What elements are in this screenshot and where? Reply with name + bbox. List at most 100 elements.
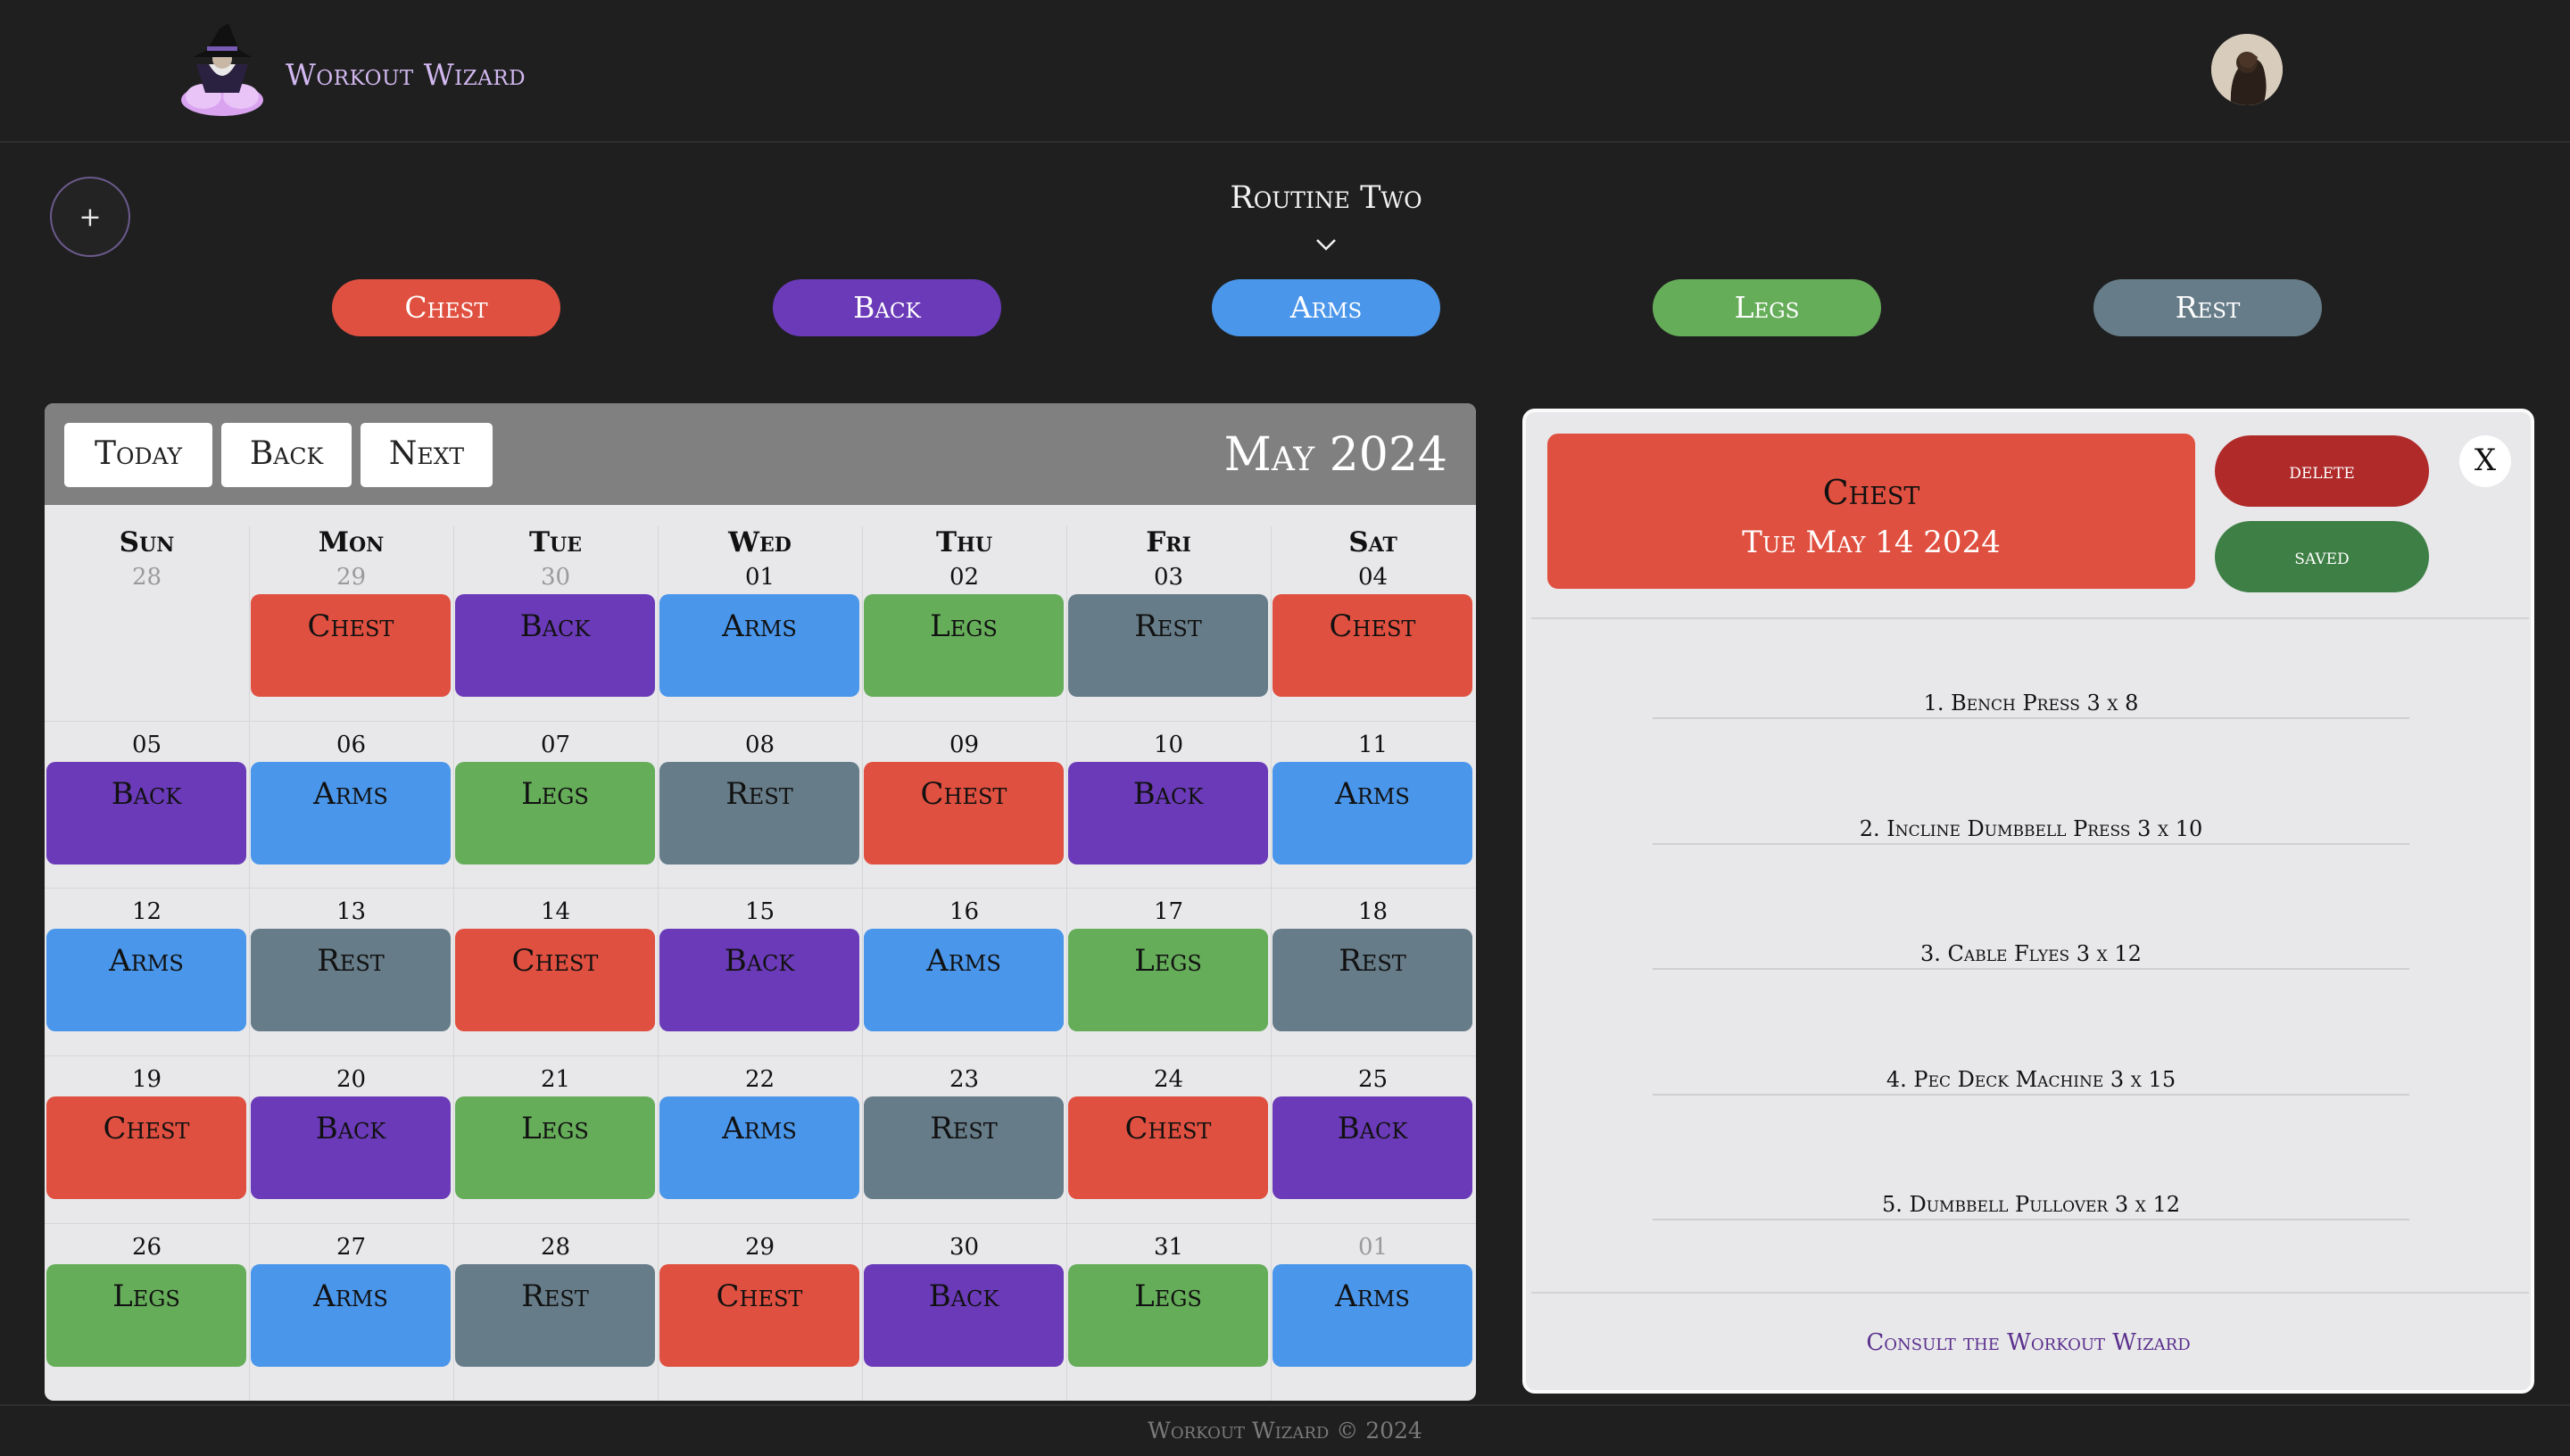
grid-line (453, 526, 454, 1401)
workout-event-rest[interactable]: Rest (864, 1096, 1064, 1199)
workout-event-back[interactable]: Back (1273, 1096, 1472, 1199)
workout-event-chest[interactable]: Chest (1273, 594, 1472, 697)
workout-pill-chest[interactable]: Chest (332, 279, 560, 336)
workout-event-arms[interactable]: Arms (1273, 1264, 1472, 1367)
workout-event-rest[interactable]: Rest (659, 762, 859, 864)
exercise-item: 1. Bench Press 3 x 8 (1653, 691, 2409, 719)
grid-line (45, 888, 1476, 889)
grid-line (1271, 526, 1272, 1401)
workout-event-rest[interactable]: Rest (455, 1264, 655, 1367)
day-number[interactable]: 17 (1066, 898, 1271, 925)
weekday-header: Fri (1146, 526, 1191, 558)
day-number[interactable]: 16 (862, 898, 1066, 925)
delete-button[interactable]: delete (2215, 435, 2429, 507)
exercise-item: 2. Incline Dumbbell Press 3 x 10 (1653, 816, 2409, 845)
day-number[interactable]: 02 (862, 564, 1066, 591)
workout-event-chest[interactable]: Chest (455, 929, 655, 1031)
workout-event-arms[interactable]: Arms (251, 762, 451, 864)
day-number[interactable]: 21 (453, 1066, 658, 1093)
day-number[interactable]: 28 (453, 1234, 658, 1261)
day-number[interactable]: 19 (45, 1066, 249, 1093)
day-number[interactable]: 04 (1271, 564, 1475, 591)
workout-event-chest[interactable]: Chest (659, 1264, 859, 1367)
day-number[interactable]: 29 (249, 564, 453, 591)
workout-event-back[interactable]: Back (1068, 762, 1268, 864)
day-number[interactable]: 09 (862, 732, 1066, 758)
workout-pill-arms[interactable]: Arms (1212, 279, 1440, 336)
day-number[interactable]: 24 (1066, 1066, 1271, 1093)
day-number[interactable]: 13 (249, 898, 453, 925)
workout-event-chest[interactable]: Chest (46, 1096, 246, 1199)
day-number[interactable]: 15 (658, 898, 862, 925)
close-button[interactable]: X (2459, 435, 2511, 487)
back-button[interactable]: Back (221, 423, 352, 487)
workout-event-legs[interactable]: Legs (864, 594, 1064, 697)
next-button[interactable]: Next (361, 423, 493, 487)
day-number[interactable]: 29 (658, 1234, 862, 1261)
workout-event-rest[interactable]: Rest (1273, 929, 1472, 1031)
workout-event-back[interactable]: Back (659, 929, 859, 1031)
workout-event-arms[interactable]: Arms (251, 1264, 451, 1367)
day-number[interactable]: 25 (1271, 1066, 1475, 1093)
day-number[interactable]: 20 (249, 1066, 453, 1093)
workout-event-arms[interactable]: Arms (864, 929, 1064, 1031)
workout-event-arms[interactable]: Arms (659, 1096, 859, 1199)
grid-line (45, 1055, 1476, 1056)
saved-button[interactable]: saved (2215, 521, 2429, 592)
workout-event-chest[interactable]: Chest (1068, 1096, 1268, 1199)
day-number[interactable]: 30 (862, 1234, 1066, 1261)
grid-line (862, 526, 863, 1401)
workout-event-legs[interactable]: Legs (46, 1264, 246, 1367)
workout-pill-legs[interactable]: Legs (1653, 279, 1881, 336)
day-number[interactable]: 01 (1271, 1234, 1475, 1261)
grid-line (658, 526, 659, 1401)
workout-event-chest[interactable]: Chest (251, 594, 451, 697)
day-number[interactable]: 06 (249, 732, 453, 758)
routine-selector[interactable]: Routine Two (1148, 180, 1505, 216)
grid-line (45, 1223, 1476, 1224)
workout-event-rest[interactable]: Rest (1068, 594, 1268, 697)
workout-event-legs[interactable]: Legs (1068, 1264, 1268, 1367)
day-number[interactable]: 07 (453, 732, 658, 758)
day-number[interactable]: 30 (453, 564, 658, 591)
day-number[interactable]: 03 (1066, 564, 1271, 591)
app-brand[interactable]: Workout Wizard (286, 57, 526, 92)
day-number[interactable]: 10 (1066, 732, 1271, 758)
workout-event-legs[interactable]: Legs (1068, 929, 1268, 1031)
day-number[interactable]: 11 (1271, 732, 1475, 758)
user-avatar[interactable] (2211, 34, 2283, 105)
workout-event-arms[interactable]: Arms (659, 594, 859, 697)
day-number[interactable]: 18 (1271, 898, 1475, 925)
chevron-down-icon[interactable] (1315, 234, 1337, 255)
day-number[interactable]: 31 (1066, 1234, 1271, 1261)
workout-event-back[interactable]: Back (455, 594, 655, 697)
workout-event-rest[interactable]: Rest (251, 929, 451, 1031)
month-label: May 2024 (1223, 428, 1447, 482)
workout-event-back[interactable]: Back (251, 1096, 451, 1199)
day-number[interactable]: 12 (45, 898, 249, 925)
today-button[interactable]: Today (64, 423, 212, 487)
add-routine-button[interactable]: + (50, 177, 130, 257)
workout-event-legs[interactable]: Legs (455, 1096, 655, 1199)
workout-pill-back[interactable]: Back (773, 279, 1001, 336)
workout-event-arms[interactable]: Arms (46, 929, 246, 1031)
weekday-header: Mon (318, 526, 385, 558)
workout-event-legs[interactable]: Legs (455, 762, 655, 864)
workout-event-chest[interactable]: Chest (864, 762, 1064, 864)
day-number[interactable]: 14 (453, 898, 658, 925)
day-number[interactable]: 08 (658, 732, 862, 758)
workout-pill-rest[interactable]: Rest (2093, 279, 2322, 336)
day-number[interactable]: 22 (658, 1066, 862, 1093)
workout-event-back[interactable]: Back (46, 762, 246, 864)
weekday-header: Sat (1348, 526, 1397, 558)
consult-wizard-link[interactable]: Consult the Workout Wizard (1526, 1329, 2531, 1356)
workout-event-back[interactable]: Back (864, 1264, 1064, 1367)
workout-event-arms[interactable]: Arms (1273, 762, 1472, 864)
wizard-logo-icon[interactable] (177, 21, 268, 118)
day-number[interactable]: 26 (45, 1234, 249, 1261)
day-number[interactable]: 01 (658, 564, 862, 591)
day-number[interactable]: 27 (249, 1234, 453, 1261)
day-number[interactable]: 05 (45, 732, 249, 758)
day-number[interactable]: 23 (862, 1066, 1066, 1093)
day-number[interactable]: 28 (45, 564, 249, 591)
